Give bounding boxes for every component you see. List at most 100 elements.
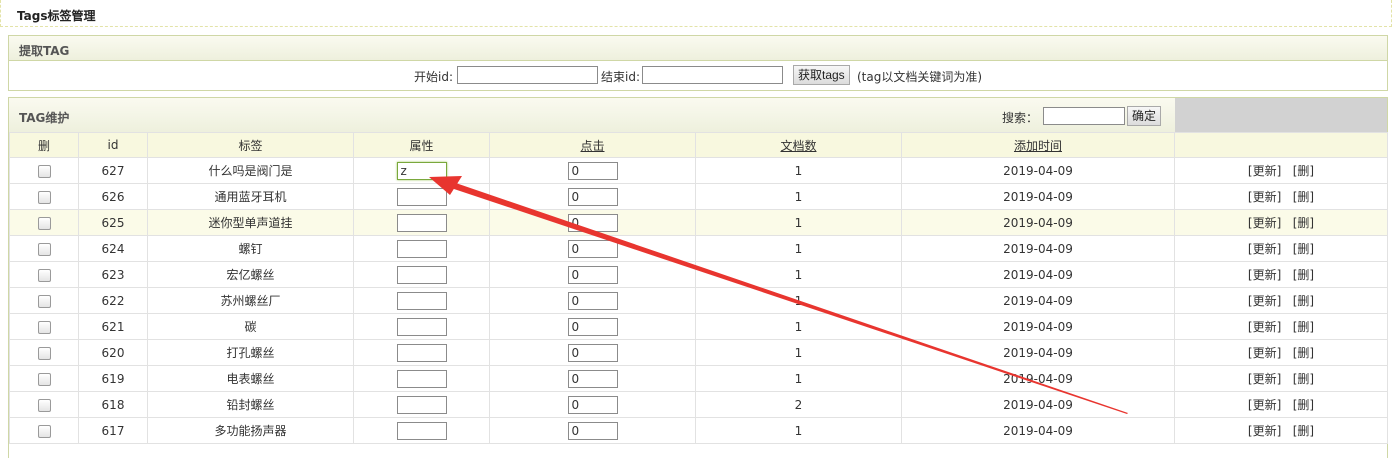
delete-link[interactable]: [删] <box>1293 372 1314 386</box>
clicks-input[interactable]: 0 <box>567 369 618 388</box>
delete-link[interactable]: [删] <box>1293 164 1314 178</box>
update-link[interactable]: [更新] <box>1248 268 1281 282</box>
search-input[interactable] <box>1043 107 1125 125</box>
table-row: 617 多功能扬声器 0 1 2019-04-09 [更新] [删] <box>9 417 1388 444</box>
delete-link[interactable]: [删] <box>1293 294 1314 308</box>
search-confirm-button[interactable]: 确定 <box>1127 106 1162 126</box>
attr-input[interactable] <box>396 265 447 284</box>
row-id: 627 <box>78 157 148 184</box>
row-clicks-cell: 0 <box>489 261 696 288</box>
delete-link[interactable]: [删] <box>1293 268 1314 282</box>
clicks-input[interactable]: 0 <box>567 187 618 206</box>
start-id-input[interactable] <box>457 66 598 84</box>
header-gray-block <box>1175 98 1387 132</box>
tag-maintenance-panel: TAG维护 搜索： 确定 删 id 标签 属性 点击 文档数 添加时间 627 什… <box>8 97 1388 458</box>
delete-link[interactable]: [删] <box>1293 216 1314 230</box>
fetch-tag-panel-header: 提取TAG <box>9 36 1387 61</box>
row-checkbox[interactable] <box>37 346 51 360</box>
row-date: 2019-04-09 <box>901 157 1175 184</box>
table-row: 625 迷你型单声道挂 0 1 2019-04-09 [更新] [删] <box>9 209 1388 236</box>
delete-link[interactable]: [删] <box>1293 398 1314 412</box>
row-docs: 1 <box>695 339 902 366</box>
clicks-input[interactable]: 0 <box>567 317 618 336</box>
row-tag: 碳 <box>147 313 354 340</box>
attr-input[interactable] <box>396 187 447 206</box>
clicks-input[interactable]: 0 <box>567 239 618 258</box>
row-select-cell <box>9 365 79 392</box>
row-id: 620 <box>78 339 148 366</box>
update-link[interactable]: [更新] <box>1248 372 1281 386</box>
update-link[interactable]: [更新] <box>1248 346 1281 360</box>
table-row: 627 什么吗是阀门是 z 0 1 2019-04-09 [更新] [删] <box>9 157 1388 184</box>
row-attr-cell <box>353 287 490 314</box>
clicks-input[interactable]: 0 <box>567 421 618 440</box>
attr-input[interactable] <box>396 239 447 258</box>
row-checkbox[interactable] <box>37 320 51 334</box>
attr-input[interactable] <box>396 317 447 336</box>
row-clicks-cell: 0 <box>489 339 696 366</box>
clicks-input[interactable]: 0 <box>567 161 618 180</box>
row-id: 623 <box>78 261 148 288</box>
row-date: 2019-04-09 <box>901 209 1175 236</box>
col-docs-sort[interactable]: 文档数 <box>695 132 902 158</box>
update-link[interactable]: [更新] <box>1248 190 1281 204</box>
attr-input[interactable] <box>396 291 447 310</box>
clicks-input[interactable]: 0 <box>567 395 618 414</box>
update-link[interactable]: [更新] <box>1248 242 1281 256</box>
row-checkbox[interactable] <box>37 190 51 204</box>
row-clicks-cell: 0 <box>489 365 696 392</box>
col-clicks-sort[interactable]: 点击 <box>489 132 696 158</box>
attr-input[interactable] <box>396 395 447 414</box>
row-date: 2019-04-09 <box>901 365 1175 392</box>
update-link[interactable]: [更新] <box>1248 320 1281 334</box>
clicks-input[interactable]: 0 <box>567 213 618 232</box>
delete-link[interactable]: [删] <box>1293 190 1314 204</box>
delete-link[interactable]: [删] <box>1293 346 1314 360</box>
row-checkbox[interactable] <box>37 294 51 308</box>
update-link[interactable]: [更新] <box>1248 164 1281 178</box>
clicks-input[interactable]: 0 <box>567 265 618 284</box>
row-docs: 1 <box>695 287 902 314</box>
row-checkbox[interactable] <box>37 164 51 178</box>
update-link[interactable]: [更新] <box>1248 216 1281 230</box>
row-actions: [更新] [删] <box>1174 157 1388 184</box>
row-checkbox[interactable] <box>37 242 51 256</box>
table-row: 623 宏亿螺丝 0 1 2019-04-09 [更新] [删] <box>9 261 1388 288</box>
attr-input[interactable] <box>396 369 447 388</box>
row-checkbox[interactable] <box>37 398 51 412</box>
row-select-cell <box>9 391 79 418</box>
attr-input[interactable] <box>396 343 447 362</box>
row-checkbox[interactable] <box>37 424 51 438</box>
row-actions: [更新] [删] <box>1174 339 1388 366</box>
row-attr-cell <box>353 313 490 340</box>
row-docs: 1 <box>695 209 902 236</box>
row-id: 618 <box>78 391 148 418</box>
row-checkbox[interactable] <box>37 372 51 386</box>
attr-input[interactable]: z <box>396 161 447 180</box>
end-id-input[interactable] <box>642 66 783 84</box>
fetch-tags-button[interactable]: 获取tags <box>793 65 850 85</box>
row-date: 2019-04-09 <box>901 339 1175 366</box>
row-checkbox[interactable] <box>37 268 51 282</box>
col-date-sort[interactable]: 添加时间 <box>901 132 1175 158</box>
row-id: 626 <box>78 183 148 210</box>
update-link[interactable]: [更新] <box>1248 398 1281 412</box>
delete-link[interactable]: [删] <box>1293 424 1314 438</box>
clicks-input[interactable]: 0 <box>567 343 618 362</box>
delete-link[interactable]: [删] <box>1293 320 1314 334</box>
search-label: 搜索： <box>1002 111 1039 125</box>
update-link[interactable]: [更新] <box>1248 424 1281 438</box>
row-checkbox[interactable] <box>37 216 51 230</box>
end-id-label: 结束id: <box>601 70 640 84</box>
delete-link[interactable]: [删] <box>1293 242 1314 256</box>
row-docs: 1 <box>695 261 902 288</box>
update-link[interactable]: [更新] <box>1248 294 1281 308</box>
attr-input[interactable] <box>396 421 447 440</box>
row-tag: 打孔螺丝 <box>147 339 354 366</box>
table-row: 619 电表螺丝 0 1 2019-04-09 [更新] [删] <box>9 365 1388 392</box>
row-actions: [更新] [删] <box>1174 365 1388 392</box>
row-actions: [更新] [删] <box>1174 313 1388 340</box>
attr-input[interactable] <box>396 213 447 232</box>
row-attr-cell <box>353 339 490 366</box>
clicks-input[interactable]: 0 <box>567 291 618 310</box>
